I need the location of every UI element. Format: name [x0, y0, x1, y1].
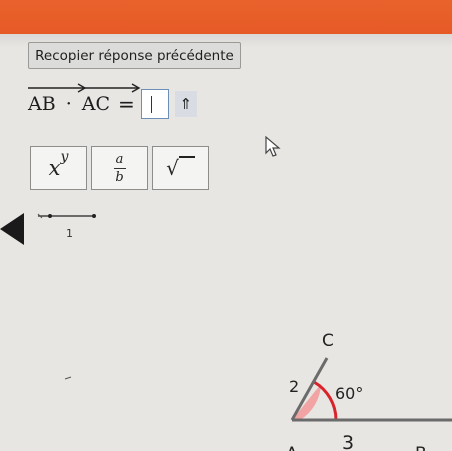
vector-arrow-icon [28, 83, 87, 93]
equals-sign: = [118, 92, 135, 116]
power-base: x [48, 156, 61, 180]
vertex-a-label: A [286, 444, 298, 451]
copy-previous-answer-button[interactable]: Recopier réponse précédente [28, 42, 241, 69]
vector-ac-label: AC [81, 93, 110, 115]
power-exponent: y [60, 149, 69, 165]
side-ab-label: 3 [342, 432, 354, 451]
sqrt-bar [178, 156, 195, 158]
equation-row: AB · AC = ⇑ [28, 83, 197, 119]
sqrt-symbol: √ [166, 156, 179, 180]
answer-input[interactable] [140, 89, 169, 119]
stray-mark [64, 376, 72, 380]
scroll-left-arrow-icon[interactable] [0, 212, 26, 246]
vector-ab: AB [28, 83, 87, 115]
side-ac-label: 2 [289, 377, 299, 396]
power-key[interactable]: x y [30, 146, 87, 190]
triangle-figure: C 2 60° 3 A B [64, 331, 452, 451]
vector-ac: AC [81, 83, 141, 115]
sqrt-key[interactable]: √ [152, 146, 209, 190]
unit-segment-label: 1 [66, 227, 73, 240]
text-caret [150, 96, 153, 113]
angle-label: 60° [335, 384, 363, 403]
angle-arc [313, 380, 338, 421]
math-keypad: x y a b √ [30, 146, 213, 190]
vertex-b-label: B [415, 444, 427, 451]
fraction-numerator: a [115, 151, 124, 167]
dot-operator: · [65, 93, 72, 115]
fraction-key[interactable]: a b [91, 146, 148, 190]
mouse-pointer-icon [265, 135, 281, 157]
fraction-denominator: b [115, 169, 124, 185]
top-bar [0, 0, 452, 34]
unit-segment-icon [37, 213, 96, 219]
vertex-c-label: C [322, 331, 334, 351]
fraction-bar [113, 167, 126, 169]
shift-button[interactable]: ⇑ [174, 91, 197, 117]
vector-arrow-icon [81, 83, 141, 93]
vector-ab-label: AB [28, 93, 56, 115]
